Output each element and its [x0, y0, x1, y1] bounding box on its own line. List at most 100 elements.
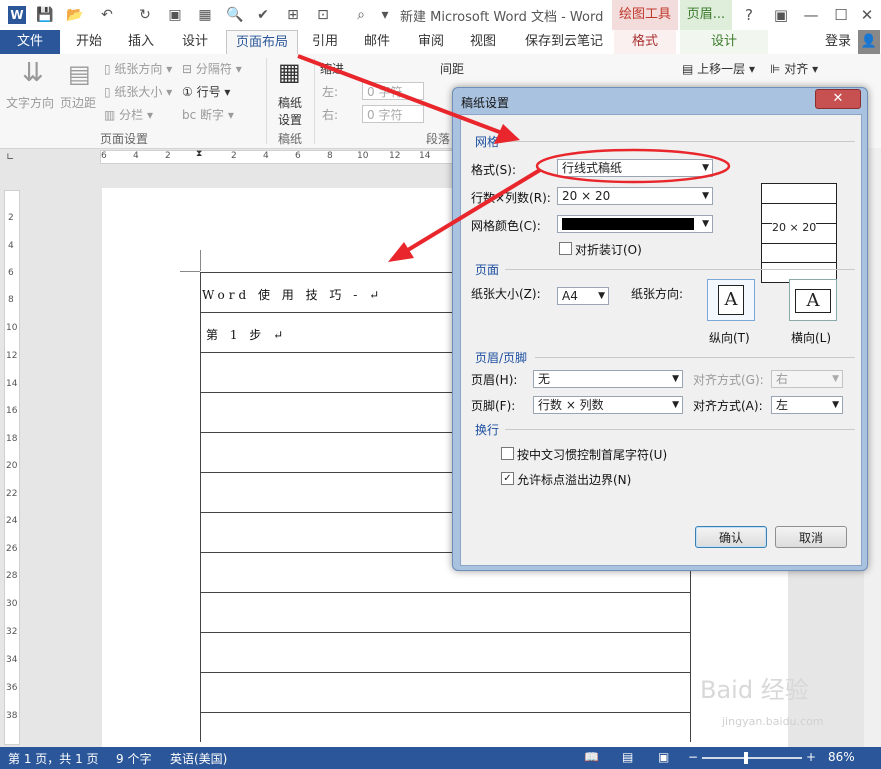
- zoom-level[interactable]: 86%: [828, 750, 855, 764]
- print-layout-icon[interactable]: ▤: [622, 750, 633, 764]
- chevron-down-icon: ▼: [832, 374, 839, 384]
- ruler-tick: 10: [357, 151, 369, 161]
- login-link[interactable]: 登录: [816, 30, 860, 54]
- ribbon-tabs: 文件 开始 插入 设计 页面布局 引用 邮件 审阅 视图 保存到云笔记 格式 设…: [0, 30, 881, 55]
- indent-left-input[interactable]: 0 字符: [362, 82, 424, 100]
- status-bar: 第 1 页，共 1 页 9 个字 英语(美国) 📖 ▤ ▣ − + 86%: [0, 747, 881, 769]
- line-numbers-button[interactable]: ① 行号 ▾: [182, 83, 230, 100]
- table-icon[interactable]: ⊞: [284, 6, 302, 24]
- breaks-button[interactable]: ⊟ 分隔符 ▾: [182, 60, 242, 77]
- portrait-label[interactable]: 纵向(T): [709, 329, 750, 346]
- paper-size-label: 纸张大小(Z):: [471, 287, 541, 301]
- indent-marker-icon[interactable]: ⧗: [196, 149, 202, 159]
- print-preview-icon[interactable]: 🔍: [226, 6, 244, 24]
- tab-mailings[interactable]: 邮件: [354, 30, 400, 54]
- paper-size-select[interactable]: A4 ▼: [557, 287, 609, 305]
- page-count[interactable]: 第 1 页，共 1 页: [8, 750, 99, 767]
- ruler-tick: 12: [389, 151, 401, 161]
- header-align-label: 对齐方式(G):: [693, 373, 764, 387]
- format-icon[interactable]: ▦: [196, 6, 214, 24]
- chevron-down-icon: ▼: [598, 291, 605, 301]
- cancel-button[interactable]: 取消: [775, 526, 847, 548]
- section-divider: [535, 357, 855, 358]
- vertical-ruler[interactable]: 2 4 6 8 10 12 14 16 18 20 22 24 26 28 30…: [4, 190, 20, 745]
- rows-cols-select-value: 20 × 20: [562, 189, 611, 203]
- watermark-brand: Baid 经验: [700, 676, 809, 704]
- opt1-checkbox[interactable]: [501, 447, 514, 460]
- zoom-slider[interactable]: [702, 757, 802, 759]
- align-label: 对齐: [784, 62, 809, 76]
- tab-view[interactable]: 视图: [460, 30, 506, 54]
- help-button[interactable]: ?: [734, 3, 764, 27]
- columns-label: 分栏: [119, 108, 144, 122]
- save-icon[interactable]: 💾: [36, 6, 54, 24]
- footer-align-select[interactable]: 左 ▼: [771, 396, 843, 414]
- document-line-2[interactable]: 第 1 步 ↵: [206, 326, 287, 343]
- document-line-1[interactable]: Word 使 用 技 巧 - ↵: [202, 286, 383, 303]
- margins-button[interactable]: 页边距: [60, 94, 96, 111]
- tab-header-design[interactable]: 设计: [680, 30, 768, 54]
- ruler-tick: 28: [6, 571, 18, 581]
- open-icon[interactable]: 📂: [66, 6, 84, 24]
- tab-insert[interactable]: 插入: [118, 30, 164, 54]
- read-mode-icon[interactable]: 📖: [584, 750, 599, 764]
- find-icon[interactable]: ⌕: [352, 6, 370, 24]
- header-select[interactable]: 无 ▼: [533, 370, 683, 388]
- minimize-button[interactable]: —: [796, 3, 826, 27]
- close-button[interactable]: ✕: [852, 3, 881, 27]
- fold-binding-checkbox[interactable]: [559, 242, 572, 255]
- landscape-label[interactable]: 横向(L): [791, 329, 831, 346]
- orientation-button[interactable]: ▯ 纸张方向 ▾: [104, 60, 172, 77]
- hyphenation-button[interactable]: bc 断字 ▾: [182, 106, 234, 123]
- word-logo-icon[interactable]: W: [8, 6, 26, 24]
- undo-icon[interactable]: ↶: [98, 6, 116, 24]
- tab-format[interactable]: 格式: [614, 30, 676, 54]
- columns-button[interactable]: ▥ 分栏 ▾: [104, 106, 153, 123]
- portrait-option[interactable]: A: [707, 279, 755, 321]
- zoom-slider-thumb[interactable]: [744, 752, 748, 764]
- tab-home[interactable]: 开始: [66, 30, 112, 54]
- spelling-icon[interactable]: ✔: [254, 6, 272, 24]
- word-count[interactable]: 9 个字: [116, 750, 151, 767]
- ok-button[interactable]: 确认: [695, 526, 767, 548]
- tab-design[interactable]: 设计: [172, 30, 218, 54]
- margins-icon: ▤: [68, 60, 91, 88]
- tab-file[interactable]: 文件: [0, 30, 60, 54]
- zoom-out-icon[interactable]: −: [688, 750, 698, 764]
- footer-select[interactable]: 行数 × 列数 ▼: [533, 396, 683, 414]
- indent-right-input[interactable]: 0 字符: [362, 105, 424, 123]
- save2-icon[interactable]: ▣: [166, 6, 184, 24]
- landscape-option[interactable]: A: [789, 279, 837, 321]
- header-align-select[interactable]: 右 ▼: [771, 370, 843, 388]
- size-button[interactable]: ▯ 纸张大小 ▾: [104, 83, 172, 100]
- chevron-down-icon: ▼: [832, 400, 839, 410]
- redo-icon[interactable]: ↻: [136, 6, 154, 24]
- rows-cols-select[interactable]: 20 × 20 ▼: [557, 187, 713, 205]
- manuscript-button[interactable]: 稿纸 设置: [278, 94, 302, 128]
- manuscript-label: 稿纸: [278, 96, 303, 110]
- tab-review[interactable]: 审阅: [408, 30, 454, 54]
- tab-save-cloud[interactable]: 保存到云笔记: [516, 30, 612, 54]
- tab-references[interactable]: 引用: [302, 30, 348, 54]
- customize-icon[interactable]: ▾: [376, 6, 394, 24]
- web-layout-icon[interactable]: ▣: [658, 750, 669, 764]
- ruler-tick: 12: [6, 351, 18, 361]
- bring-forward-button[interactable]: ▤ 上移一层 ▾: [682, 60, 755, 77]
- opt2-checkbox[interactable]: ✓: [501, 472, 514, 485]
- text-direction-button[interactable]: 文字方向: [6, 94, 54, 111]
- size-label: 纸张大小: [114, 85, 163, 99]
- format-select[interactable]: 行线式稿纸 ▼: [557, 159, 713, 177]
- dialog-close-button[interactable]: ✕: [815, 89, 861, 109]
- tab-page-layout[interactable]: 页面布局: [226, 30, 298, 55]
- align-icon: ⊫: [770, 62, 785, 76]
- align-button[interactable]: ⊫ 对齐 ▾: [770, 60, 818, 77]
- tab-selector-icon[interactable]: ∟: [6, 152, 14, 163]
- ruler-tick: 6: [295, 151, 301, 161]
- language-indicator[interactable]: 英语(美国): [170, 750, 227, 767]
- grid-color-select[interactable]: ▼: [557, 215, 713, 233]
- divider: [266, 58, 267, 144]
- grid-icon[interactable]: ⊡: [314, 6, 332, 24]
- zoom-in-icon[interactable]: +: [806, 750, 816, 764]
- avatar[interactable]: 👤: [858, 30, 880, 54]
- ribbon-display-button[interactable]: ▣: [766, 3, 796, 27]
